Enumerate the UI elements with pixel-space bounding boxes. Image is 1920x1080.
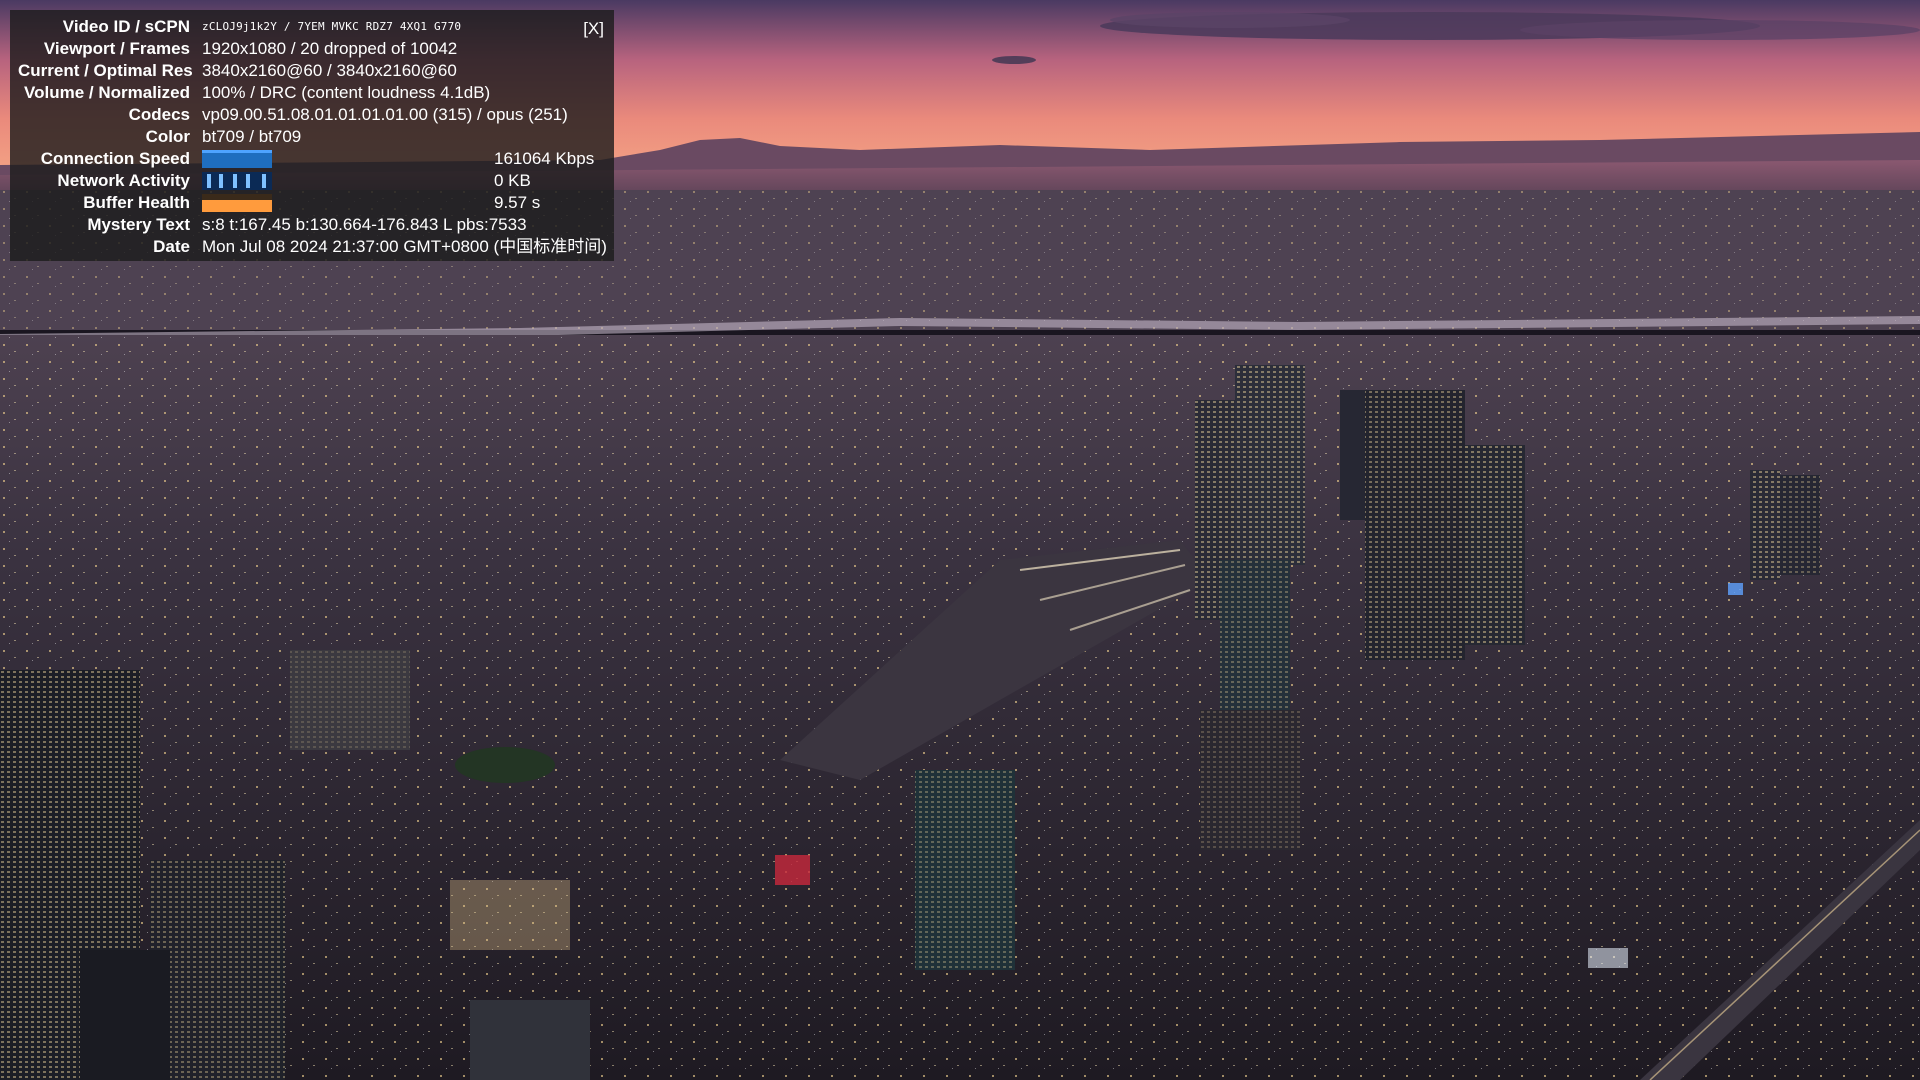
stats-row-mystery-text: Mystery Text s:8 t:167.45 b:130.664-176.… — [18, 214, 608, 236]
stats-value: Mon Jul 08 2024 21:37:00 GMT+0800 (中国标准时… — [202, 237, 607, 256]
stats-for-nerds-panel: [X] Video ID / sCPN zCLOJ9j1k2Y / 7YEM M… — [10, 10, 614, 261]
stats-label: Network Activity — [57, 171, 190, 190]
stats-row-resolution: Current / Optimal Res 3840x2160@60 / 384… — [18, 60, 608, 82]
stats-value: zCLOJ9j1k2Y / 7YEM MVKC RDZ7 4XQ1 G770 — [202, 20, 462, 33]
stats-value: 1920x1080 / 20 dropped of 10042 — [202, 39, 458, 58]
stats-row-connection-speed: Connection Speed 161064 Kbps — [18, 148, 608, 170]
stats-label: Volume / Normalized — [24, 83, 190, 102]
stats-label: Date — [153, 237, 190, 256]
network-activity-graph — [202, 172, 272, 190]
stats-value: 3840x2160@60 / 3840x2160@60 — [202, 61, 457, 80]
stats-value: 100% / DRC (content loudness 4.1dB) — [202, 83, 491, 102]
stats-value: 161064 Kbps — [494, 149, 595, 168]
stats-value: bt709 / bt709 — [202, 127, 302, 146]
stats-label: Connection Speed — [40, 149, 190, 168]
stats-label: Codecs — [128, 105, 190, 124]
stats-label: Mystery Text — [87, 215, 190, 234]
stats-label: Color — [145, 127, 190, 146]
stats-row-network-activity: Network Activity 0 KB — [18, 170, 608, 192]
stats-value: 9.57 s — [494, 193, 541, 212]
stats-value: 0 KB — [494, 171, 531, 190]
stats-label: Video ID / sCPN — [62, 17, 190, 36]
stats-row-color: Color bt709 / bt709 — [18, 126, 608, 148]
stats-row-date: Date Mon Jul 08 2024 21:37:00 GMT+0800 (… — [18, 236, 608, 258]
video-player[interactable]: [X] Video ID / sCPN zCLOJ9j1k2Y / 7YEM M… — [0, 0, 1920, 1080]
connection-speed-graph — [202, 150, 272, 168]
stats-row-buffer-health: Buffer Health 9.57 s — [18, 192, 608, 214]
stats-label: Buffer Health — [83, 193, 190, 212]
buffer-health-graph — [202, 194, 272, 212]
stats-value: vp09.00.51.08.01.01.01.01.00 (315) / opu… — [202, 105, 568, 124]
stats-row-volume: Volume / Normalized 100% / DRC (content … — [18, 82, 608, 104]
stats-value: s:8 t:167.45 b:130.664-176.843 L pbs:753… — [202, 215, 527, 234]
stats-label: Viewport / Frames — [43, 39, 190, 58]
close-icon[interactable]: [X] — [583, 18, 604, 40]
stats-row-video-id: Video ID / sCPN zCLOJ9j1k2Y / 7YEM MVKC … — [18, 16, 608, 38]
stats-row-codecs: Codecs vp09.00.51.08.01.01.01.01.00 (315… — [18, 104, 608, 126]
stats-row-viewport: Viewport / Frames 1920x1080 / 20 dropped… — [18, 38, 608, 60]
stats-label: Current / Optimal Res — [18, 61, 193, 80]
